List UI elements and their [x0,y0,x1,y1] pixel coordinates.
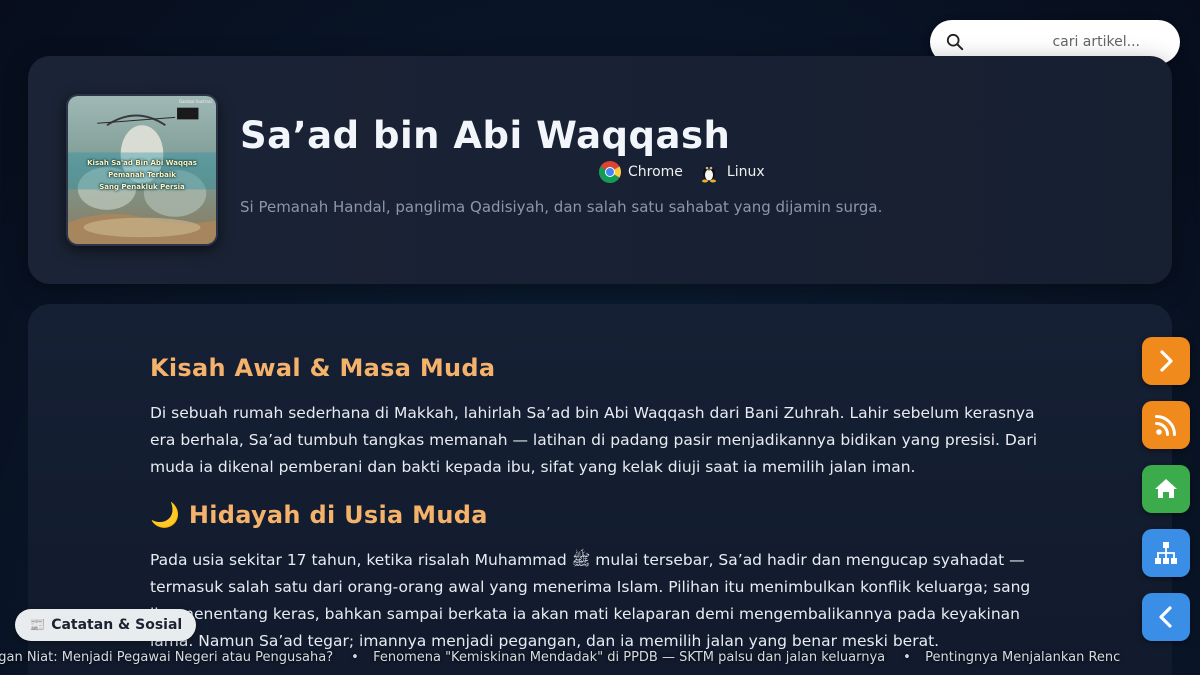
ticker-item[interactable]: ngan Niat: Menjadi Pegawai Negeri atau P… [0,650,373,665]
platform-list: Chrome Linux [598,160,765,184]
home-button[interactable] [1142,465,1190,513]
next-article-button[interactable] [1142,337,1190,385]
chevron-right-icon [1160,350,1173,372]
article-thumbnail: Gambar Ilustrasi Kisah Sa'ad Bin Abi Waq… [66,94,218,246]
home-icon [1155,479,1177,498]
news-ticker: ngan Niat: Menjadi Pegawai Negeri atau P… [0,648,1200,670]
section-heading: Kisah Awal & Masa Muda [150,354,496,382]
rss-icon [1155,415,1176,436]
platform-label: Linux [726,164,765,180]
category-label: Catatan & Sosial [51,617,183,633]
platform-label: Chrome [628,164,683,180]
thumbnail-caption: Kisah Sa'ad Bin Abi Waqqas [87,159,197,167]
thumbnail-caption: Pemanah Terbaik [108,171,176,179]
article-content: Kisah Awal & Masa Muda Di sebuah rumah s… [150,354,1050,675]
chevron-left-icon [1159,606,1172,628]
page-title: Sa’ad bin Abi Waqqash [240,114,731,157]
section-paragraph: Di sebuah rumah sederhana di Makkah, lah… [150,404,1038,476]
ticker-item[interactable]: Pentingnya Menjalankan Renc [903,650,1160,665]
article-header: Gambar Ilustrasi Kisah Sa'ad Bin Abi Waq… [28,56,1172,284]
search-icon [946,33,964,51]
section-heading: 🌙 Hidayah di Usia Muda [150,501,488,529]
sitemap-button[interactable] [1142,529,1190,577]
search-input[interactable] [964,34,1164,50]
linux-tux-icon [701,165,716,183]
platform-linux: Linux [697,160,765,184]
article-body: Kisah Awal & Masa Muda Di sebuah rumah s… [28,304,1172,675]
section-paragraph: Pada usia sekitar 17 tahun, ketika risal… [150,551,1031,650]
thumbnail-caption: Sang Penakluk Persia [99,183,185,191]
platform-chrome: Chrome [598,160,683,184]
previous-article-button[interactable] [1142,593,1190,641]
ticker-item[interactable]: Fenomena "Kemiskinan Mendadak" di PPDB —… [351,650,925,665]
page-subtitle: Si Pemanah Handal, panglima Qadisiyah, d… [240,198,883,216]
category-tag[interactable]: 📰 Catatan & Sosial [15,609,197,641]
thumbnail-illustration [68,96,216,244]
newspaper-icon: 📰 [29,617,46,633]
chrome-icon [599,161,621,183]
thumbnail-badge: Gambar Ilustrasi [178,99,212,104]
ticker-track: ngan Niat: Menjadi Pegawai Negeri atau P… [0,650,1160,665]
rss-feed-button[interactable] [1142,401,1190,449]
sitemap-icon [1155,542,1177,564]
